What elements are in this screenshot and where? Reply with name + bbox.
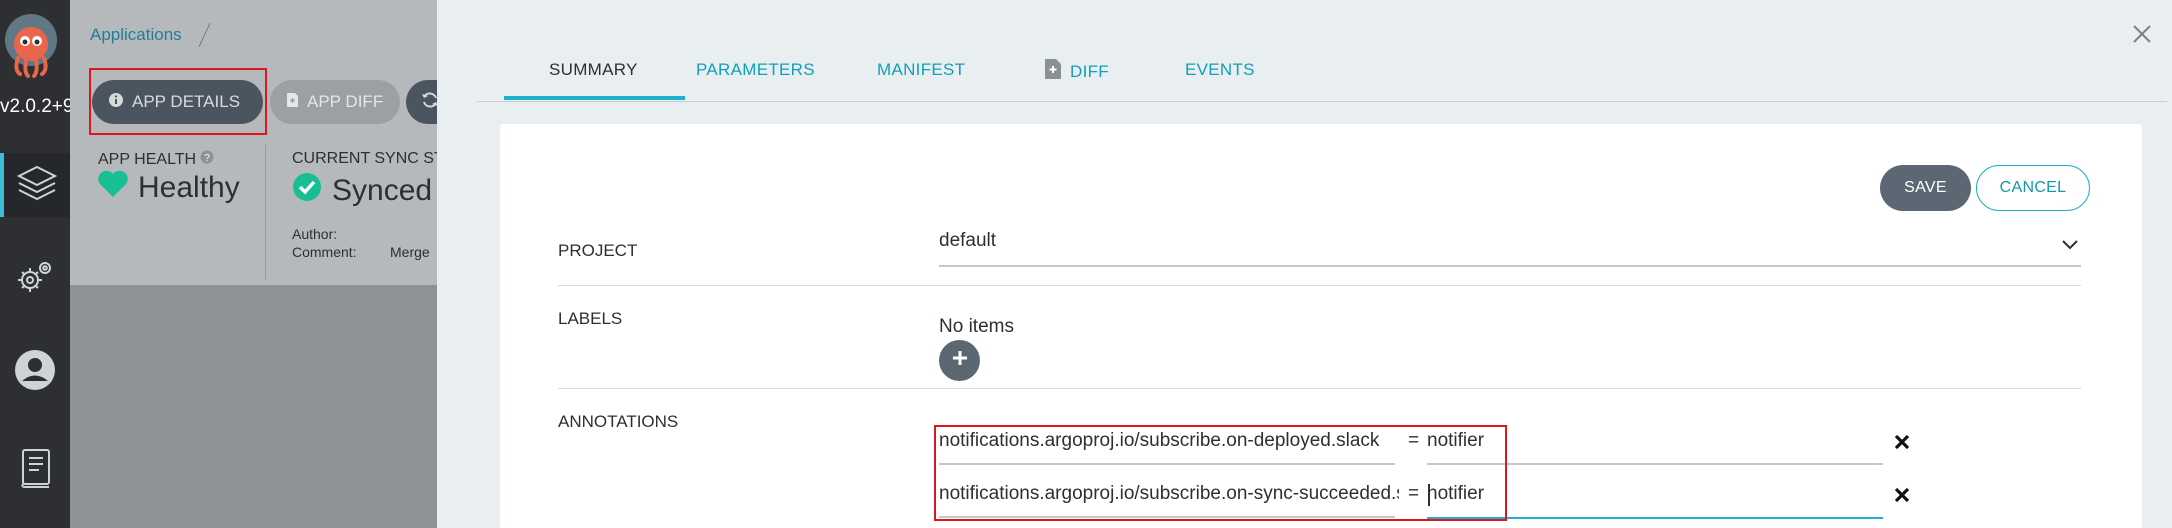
version-label: v2.0.2+9 xyxy=(0,96,70,117)
project-select-underline xyxy=(939,265,2081,267)
remove-annotation-icon[interactable] xyxy=(1892,485,1912,505)
app-health-label-text: APP HEALTH xyxy=(98,150,197,168)
save-button[interactable]: SAVE xyxy=(1880,165,1971,211)
divider xyxy=(558,285,2081,286)
author-label: Author: xyxy=(292,226,338,242)
add-label-button[interactable] xyxy=(939,340,980,381)
layers-icon xyxy=(15,163,59,208)
left-nav: v2.0.2+9 xyxy=(0,0,70,528)
active-tab-indicator xyxy=(504,96,685,100)
remove-annotation-icon[interactable] xyxy=(1892,432,1912,452)
tab-parameters[interactable]: PARAMETERS xyxy=(696,60,815,80)
app-health-value: Healthy xyxy=(138,171,240,204)
app-health-status: Healthy xyxy=(98,170,240,206)
check-circle-icon xyxy=(292,172,322,210)
revision-meta: Author: Comment: Merge xyxy=(292,225,430,261)
breadcrumb: Applications xyxy=(90,22,211,48)
divider xyxy=(558,388,2081,389)
plus-icon xyxy=(951,349,969,372)
tab-manifest[interactable]: MANIFEST xyxy=(877,60,965,80)
user-icon xyxy=(13,348,57,397)
tab-summary-label: SUMMARY xyxy=(549,60,638,79)
nav-user-info[interactable] xyxy=(0,340,70,404)
highlight-annotations xyxy=(934,425,1507,521)
heart-icon xyxy=(98,170,128,206)
status-divider xyxy=(265,145,266,280)
app-header: Applications APP DETAILS APP DIFF APP HE… xyxy=(70,0,490,285)
sync-status: Synced xyxy=(292,172,432,210)
nav-settings[interactable] xyxy=(0,248,70,312)
tab-manifest-label: MANIFEST xyxy=(877,60,966,79)
annotations-label: ANNOTATIONS xyxy=(558,412,679,431)
highlight-app-details xyxy=(89,68,267,135)
app-health-label: APP HEALTH ? xyxy=(98,150,214,169)
tab-events-label: EVENTS xyxy=(1185,60,1255,79)
tab-diff-label: DIFF xyxy=(1070,61,1109,81)
summary-card: SAVE CANCEL PROJECT default LABELS No it… xyxy=(500,124,2142,528)
tab-parameters-label: PARAMETERS xyxy=(696,60,815,79)
nav-docs[interactable] xyxy=(0,438,70,502)
gears-icon xyxy=(13,256,57,305)
sync-status-value: Synced xyxy=(332,174,433,207)
comment-label: Comment: xyxy=(292,244,357,260)
breadcrumb-applications[interactable]: Applications xyxy=(90,25,182,45)
cancel-button[interactable]: CANCEL xyxy=(1976,165,2090,211)
nav-applications[interactable] xyxy=(0,153,70,217)
labels-label: LABELS xyxy=(558,309,623,328)
svg-text:?: ? xyxy=(204,153,210,164)
file-diff-icon xyxy=(1044,58,1062,85)
project-label: PROJECT xyxy=(558,241,638,260)
app-details-panel: SUMMARY PARAMETERS MANIFEST DIFF EVENTS … xyxy=(437,0,2172,528)
project-select[interactable]: default xyxy=(939,230,996,252)
tab-diff[interactable]: DIFF xyxy=(1044,58,1109,85)
tab-events[interactable]: EVENTS xyxy=(1185,60,1255,80)
breadcrumb-separator xyxy=(198,23,211,47)
comment-value: Merge xyxy=(390,244,430,260)
app-diff-label: APP DIFF xyxy=(307,92,384,111)
tabs: SUMMARY PARAMETERS MANIFEST DIFF EVENTS xyxy=(477,0,2167,102)
book-icon xyxy=(17,447,53,494)
tab-summary[interactable]: SUMMARY xyxy=(549,60,638,80)
argo-logo[interactable] xyxy=(0,8,62,88)
chevron-down-icon[interactable] xyxy=(2060,234,2080,254)
app-diff-button[interactable]: APP DIFF xyxy=(270,80,400,124)
sync-status-label: CURRENT SYNC ST xyxy=(292,150,444,167)
file-diff-icon xyxy=(286,92,299,113)
help-icon[interactable]: ? xyxy=(200,150,214,169)
labels-empty-text: No items xyxy=(939,316,1014,337)
